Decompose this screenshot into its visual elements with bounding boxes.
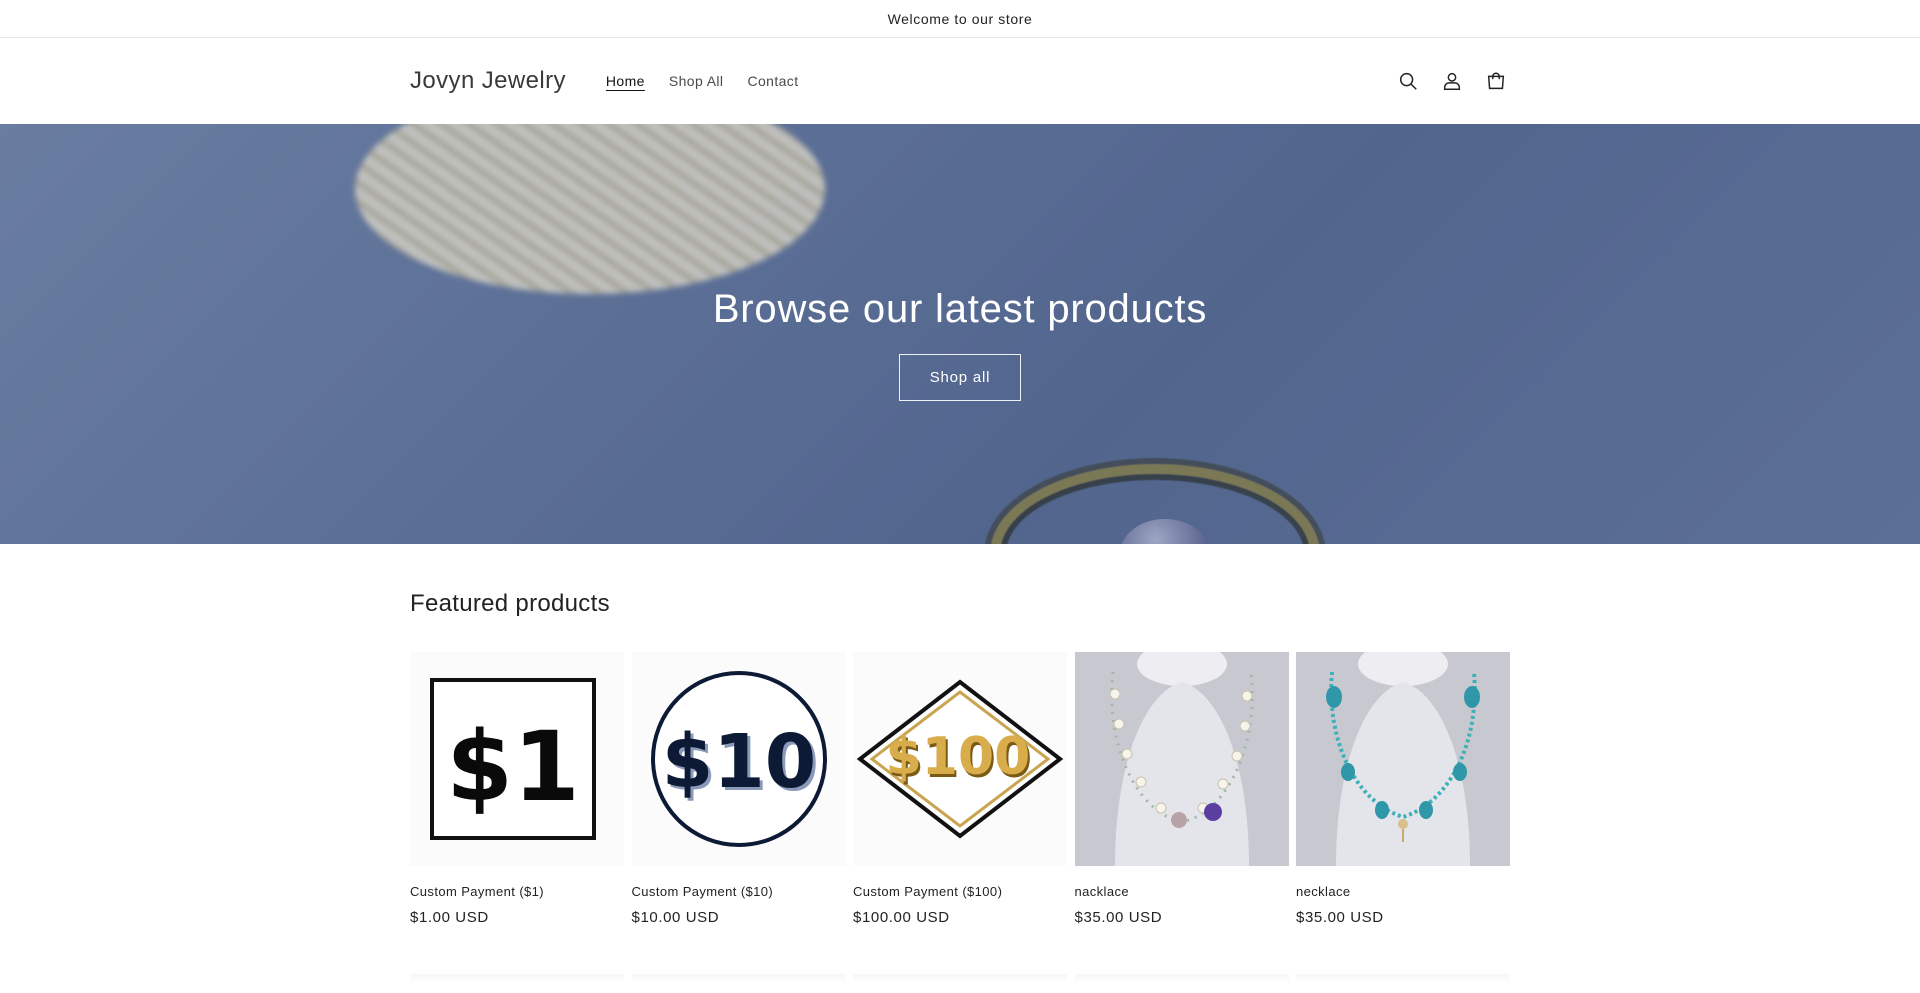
header-icons bbox=[1394, 67, 1510, 95]
product-card-peek bbox=[631, 974, 846, 984]
product-card-peek bbox=[410, 974, 624, 984]
product-title[interactable]: Custom Payment ($1) bbox=[410, 884, 624, 899]
cart-icon[interactable] bbox=[1482, 67, 1510, 95]
product-price: $35.00 USD bbox=[1074, 909, 1163, 926]
product-card[interactable]: $10 $10 Custom Payment ($10) $10.00 USD bbox=[631, 652, 846, 926]
product-price: $100.00 USD bbox=[853, 909, 950, 926]
hero-content: Browse our latest products Shop all bbox=[0, 124, 1920, 544]
account-icon[interactable] bbox=[1438, 67, 1466, 95]
product-title[interactable]: nacklace bbox=[1075, 884, 1289, 899]
svg-text:$1: $1 bbox=[446, 711, 580, 823]
store-logo[interactable]: Jovyn Jewelry bbox=[410, 67, 566, 95]
product-title[interactable]: Custom Payment ($100) bbox=[853, 884, 1067, 899]
featured-title: Featured products bbox=[410, 590, 610, 617]
nav-contact[interactable]: Contact bbox=[747, 73, 798, 89]
product-price: $35.00 USD bbox=[1296, 909, 1384, 926]
site-header: Jovyn Jewelry Home Shop All Contact bbox=[0, 38, 1920, 124]
next-product-row-peek bbox=[410, 974, 1510, 984]
nav-home[interactable]: Home bbox=[606, 73, 645, 89]
product-image[interactable]: $1 bbox=[410, 652, 624, 866]
featured-products-section: Featured products $1 Custom Payment ($1)… bbox=[0, 544, 1920, 984]
product-card[interactable]: $100 $100 Custom Payment ($100) $100.00 … bbox=[853, 652, 1067, 926]
product-image[interactable]: $10 $10 bbox=[631, 652, 846, 866]
product-price: $10.00 USD bbox=[631, 909, 720, 926]
product-grid: $1 Custom Payment ($1) $1.00 USD $10 $10… bbox=[410, 652, 1510, 926]
shop-all-button[interactable]: Shop all bbox=[899, 354, 1021, 401]
svg-text:$10: $10 bbox=[661, 719, 815, 805]
product-image[interactable] bbox=[1296, 652, 1510, 866]
product-title[interactable]: Custom Payment ($10) bbox=[632, 884, 846, 899]
nav-shop-all[interactable]: Shop All bbox=[669, 73, 724, 89]
product-card[interactable]: nacklace $35.00 USD bbox=[1074, 652, 1289, 926]
search-icon[interactable] bbox=[1394, 67, 1422, 95]
product-image[interactable]: $100 $100 bbox=[853, 652, 1067, 866]
product-card-peek bbox=[1296, 974, 1510, 984]
hero-banner: Browse our latest products Shop all bbox=[0, 124, 1920, 544]
hero-title: Browse our latest products bbox=[712, 287, 1208, 331]
product-card-peek bbox=[1074, 974, 1289, 984]
product-card-peek bbox=[853, 974, 1067, 984]
main-nav: Home Shop All Contact bbox=[606, 73, 799, 89]
product-card[interactable]: necklace $35.00 USD bbox=[1296, 652, 1510, 926]
product-title[interactable]: necklace bbox=[1296, 884, 1510, 899]
product-card[interactable]: $1 Custom Payment ($1) $1.00 USD bbox=[410, 652, 624, 926]
svg-text:$100: $100 bbox=[886, 727, 1031, 787]
product-image[interactable] bbox=[1074, 652, 1289, 866]
announcement-bar: Welcome to our store bbox=[0, 0, 1920, 38]
announcement-text: Welcome to our store bbox=[887, 10, 1033, 27]
product-price: $1.00 USD bbox=[410, 909, 489, 926]
